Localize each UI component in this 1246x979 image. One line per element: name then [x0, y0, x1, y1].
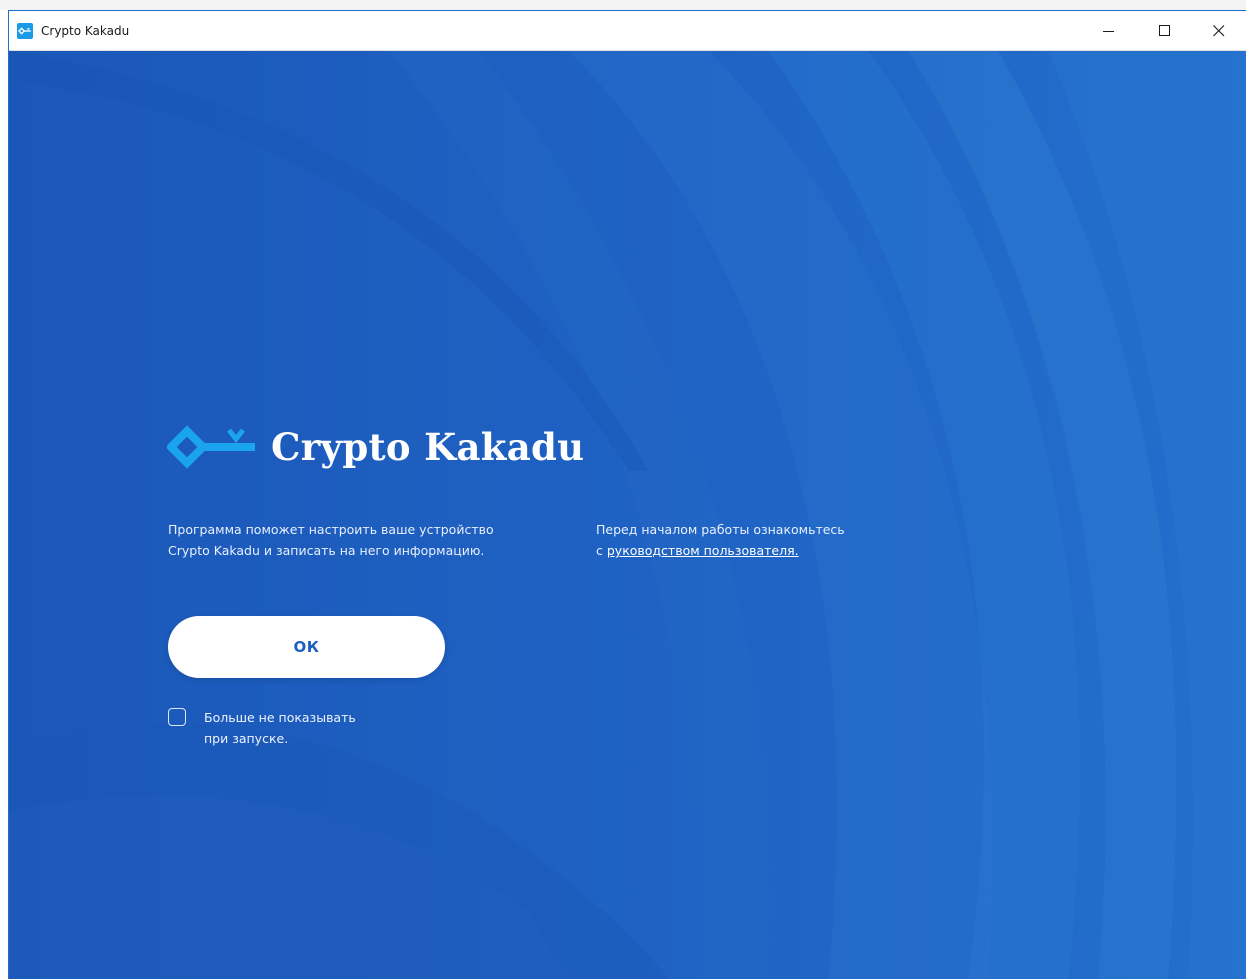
dont-show-again-line-2: при запуске.	[204, 731, 289, 746]
app-logo-icon	[17, 23, 33, 39]
maximize-button[interactable]	[1142, 11, 1188, 51]
minimize-button[interactable]	[1086, 11, 1132, 51]
ok-button[interactable]: ОК	[168, 616, 445, 678]
background-waves	[9, 51, 1246, 979]
app-window: Crypto Kakadu Crypto Kakadu Программа по…	[8, 10, 1246, 979]
manual-notice-prefix: с	[596, 543, 607, 558]
app-logo: Crypto Kakadu	[167, 417, 584, 477]
maximize-icon	[1159, 25, 1170, 36]
manual-notice: Перед началом работы ознакомьтесь с руко…	[596, 519, 956, 561]
intro-line-2: Crypto Kakadu и записать на него информа…	[168, 543, 485, 558]
user-manual-link[interactable]: руководством пользователя.	[607, 543, 799, 558]
manual-notice-line-1: Перед началом работы ознакомьтесь	[596, 522, 845, 537]
desktop-strip	[0, 0, 1246, 10]
welcome-screen: Crypto Kakadu Программа поможет настроит…	[9, 51, 1246, 979]
dont-show-again-option[interactable]: Больше не показывать при запуске.	[168, 707, 356, 749]
title-bar[interactable]: Crypto Kakadu	[9, 11, 1246, 51]
close-button[interactable]	[1196, 11, 1242, 51]
manual-notice-line-2: с руководством пользователя.	[596, 540, 956, 561]
logo-title: Crypto Kakadu	[271, 425, 585, 469]
dont-show-again-checkbox[interactable]	[168, 708, 186, 726]
window-title: Crypto Kakadu	[41, 24, 130, 38]
dont-show-again-line-1: Больше не показывать	[204, 710, 356, 725]
intro-description: Программа поможет настроить ваше устройс…	[168, 519, 568, 561]
minimize-icon	[1103, 31, 1114, 32]
intro-line-1: Программа поможет настроить ваше устройс…	[168, 522, 494, 537]
close-icon	[1213, 25, 1225, 37]
key-logo-icon	[167, 425, 255, 469]
dont-show-again-label: Больше не показывать при запуске.	[204, 707, 356, 749]
